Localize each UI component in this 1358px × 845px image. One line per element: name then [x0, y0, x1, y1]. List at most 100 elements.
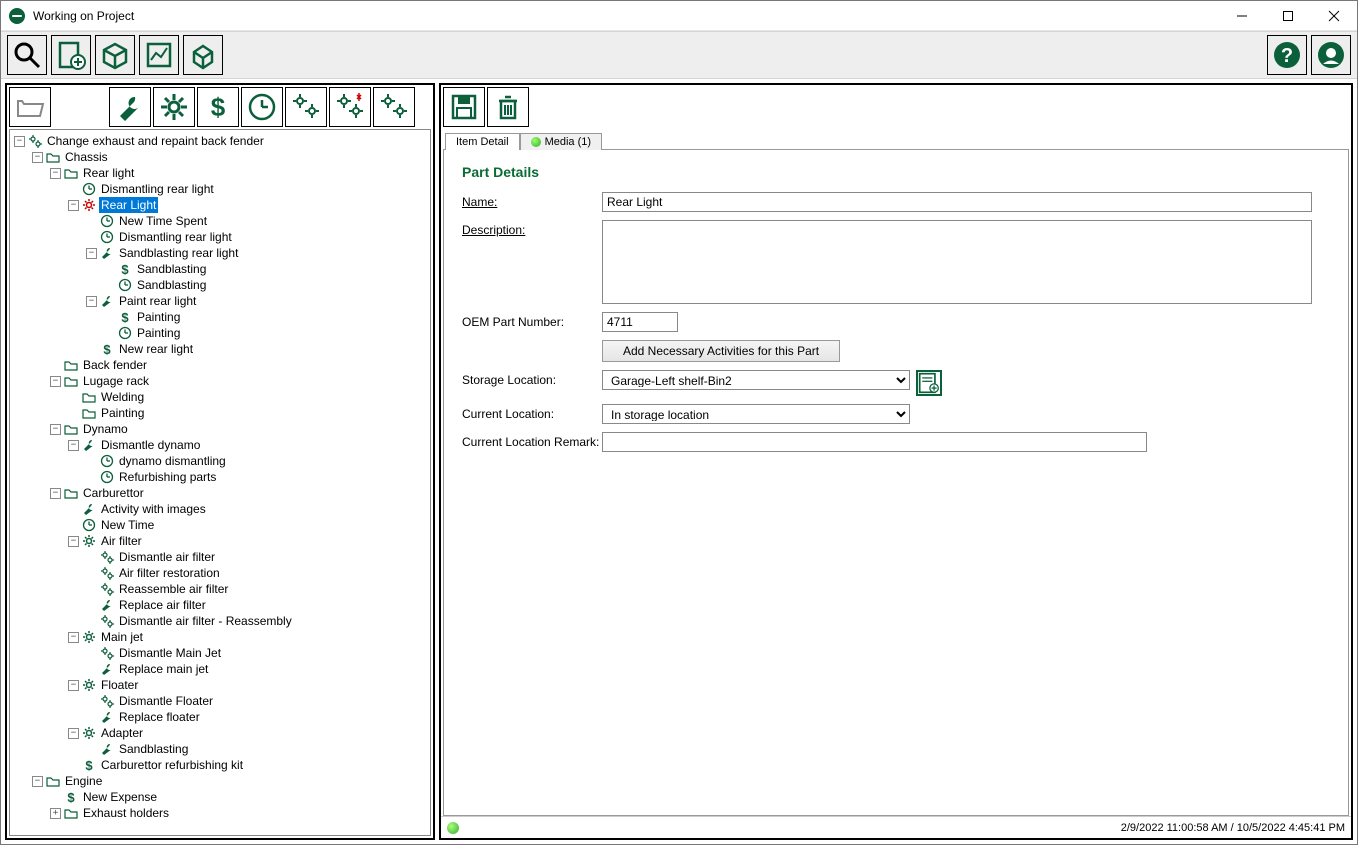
tree-item[interactable]: Activity with images: [99, 501, 208, 517]
add-activities-button[interactable]: Add Necessary Activities for this Part: [602, 340, 840, 362]
expander-icon[interactable]: −: [68, 728, 79, 739]
expander-icon[interactable]: −: [68, 536, 79, 547]
current-location-select[interactable]: In storage location: [602, 404, 910, 424]
expander-icon[interactable]: −: [68, 632, 79, 643]
add-location-button[interactable]: [916, 370, 942, 396]
add-subassembly-button[interactable]: [373, 87, 415, 127]
add-new-assembly-button[interactable]: [329, 87, 371, 127]
detail-form: Part Details Name: Description: OEM Part…: [443, 149, 1349, 816]
tree-item[interactable]: Refurbishing parts: [117, 469, 218, 485]
expander-icon[interactable]: −: [68, 200, 79, 211]
dollar-icon: [81, 757, 97, 773]
name-field[interactable]: [602, 192, 1312, 212]
tree-item[interactable]: Replace floater: [117, 709, 202, 725]
expander-icon[interactable]: −: [86, 296, 97, 307]
add-expense-button[interactable]: [197, 87, 239, 127]
tree-item[interactable]: Sandblasting: [135, 261, 208, 277]
add-assembly-button[interactable]: [285, 87, 327, 127]
expander-icon[interactable]: +: [50, 808, 61, 819]
tree-item[interactable]: dynamo dismantling: [117, 453, 228, 469]
tree-item[interactable]: Dynamo: [81, 421, 130, 437]
tree-item[interactable]: Paint rear light: [117, 293, 198, 309]
expander-icon[interactable]: −: [14, 136, 25, 147]
expander-icon[interactable]: −: [32, 152, 43, 163]
tree-item-selected[interactable]: Rear Light: [99, 197, 158, 213]
folder-icon: [45, 773, 61, 789]
minimize-button[interactable]: [1219, 1, 1265, 31]
tree-item[interactable]: Back fender: [81, 357, 149, 373]
tree-item[interactable]: Change exhaust and repaint back fender: [45, 133, 266, 149]
expander-icon[interactable]: −: [50, 424, 61, 435]
tree-item[interactable]: Sandblasting: [117, 741, 190, 757]
export-button[interactable]: [183, 35, 223, 75]
search-button[interactable]: [7, 35, 47, 75]
delete-button[interactable]: [487, 87, 529, 127]
storage-location-select[interactable]: Garage-Left shelf-Bin2: [602, 370, 910, 390]
support-button[interactable]: [1311, 35, 1351, 75]
folder-icon: [45, 149, 61, 165]
tree-item[interactable]: New rear light: [117, 341, 195, 357]
tree-item[interactable]: Carburettor refurbishing kit: [99, 757, 245, 773]
tree-item[interactable]: Dismantling rear light: [99, 181, 216, 197]
project-tree-scroll[interactable]: −Change exhaust and repaint back fender …: [10, 130, 430, 835]
clock-icon: [81, 181, 97, 197]
expander-icon[interactable]: −: [86, 248, 97, 259]
tree-item[interactable]: Painting: [135, 325, 182, 341]
close-button[interactable]: [1311, 1, 1357, 31]
tree-item[interactable]: Painting: [135, 309, 182, 325]
tree-item[interactable]: Chassis: [63, 149, 110, 165]
expander-icon[interactable]: −: [50, 168, 61, 179]
add-time-button[interactable]: [241, 87, 283, 127]
project-tree[interactable]: −Change exhaust and repaint back fender …: [10, 130, 430, 824]
tree-item[interactable]: New Time Spent: [117, 213, 209, 229]
package-button[interactable]: [95, 35, 135, 75]
maximize-button[interactable]: [1265, 1, 1311, 31]
expander-icon[interactable]: −: [68, 440, 79, 451]
tree-item[interactable]: Sandblasting: [135, 277, 208, 293]
tree-item[interactable]: Main jet: [99, 629, 145, 645]
description-field[interactable]: [602, 220, 1312, 304]
add-activity-button[interactable]: [109, 87, 151, 127]
tree-item[interactable]: Adapter: [99, 725, 145, 741]
tree-item[interactable]: Rear light: [81, 165, 136, 181]
current-remark-field[interactable]: [602, 432, 1147, 452]
tree-item[interactable]: Air filter restoration: [117, 565, 222, 581]
report-button[interactable]: [139, 35, 179, 75]
new-doc-button[interactable]: [51, 35, 91, 75]
save-button[interactable]: [443, 87, 485, 127]
tree-item[interactable]: Air filter: [99, 533, 144, 549]
project-tree-container: −Change exhaust and repaint back fender …: [9, 129, 431, 836]
tree-item[interactable]: Dismantle air filter - Reassembly: [117, 613, 294, 629]
tree-item[interactable]: Dismantling rear light: [117, 229, 234, 245]
main-toolbar: [1, 31, 1357, 79]
tree-item[interactable]: Painting: [99, 405, 146, 421]
help-button[interactable]: [1267, 35, 1307, 75]
expander-icon[interactable]: −: [50, 376, 61, 387]
tree-item[interactable]: New Expense: [81, 789, 159, 805]
open-folder-button[interactable]: [9, 87, 51, 127]
tree-item[interactable]: Lugage rack: [81, 373, 151, 389]
tab-item-detail[interactable]: Item Detail: [445, 133, 520, 150]
tree-item[interactable]: Replace main jet: [117, 661, 210, 677]
tree-item[interactable]: Engine: [63, 773, 104, 789]
tree-item[interactable]: Replace air filter: [117, 597, 208, 613]
tree-item[interactable]: Welding: [99, 389, 146, 405]
expander-icon[interactable]: −: [32, 776, 43, 787]
oem-field[interactable]: [602, 312, 678, 332]
tree-item[interactable]: Dismantle Main Jet: [117, 645, 223, 661]
window-title: Working on Project: [33, 9, 134, 23]
tab-media[interactable]: Media (1): [520, 133, 602, 150]
tree-item[interactable]: New Time: [99, 517, 156, 533]
wrench-icon: [99, 661, 115, 677]
tree-item[interactable]: Sandblasting rear light: [117, 245, 240, 261]
tree-item[interactable]: Dismantle air filter: [117, 549, 217, 565]
tree-item[interactable]: Exhaust holders: [81, 805, 171, 821]
expander-icon[interactable]: −: [50, 488, 61, 499]
tree-item[interactable]: Carburettor: [81, 485, 146, 501]
tree-item[interactable]: Floater: [99, 677, 140, 693]
tree-item[interactable]: Dismantle dynamo: [99, 437, 202, 453]
expander-icon[interactable]: −: [68, 680, 79, 691]
tree-item[interactable]: Dismantle Floater: [117, 693, 215, 709]
add-part-button[interactable]: [153, 87, 195, 127]
tree-item[interactable]: Reassemble air filter: [117, 581, 230, 597]
